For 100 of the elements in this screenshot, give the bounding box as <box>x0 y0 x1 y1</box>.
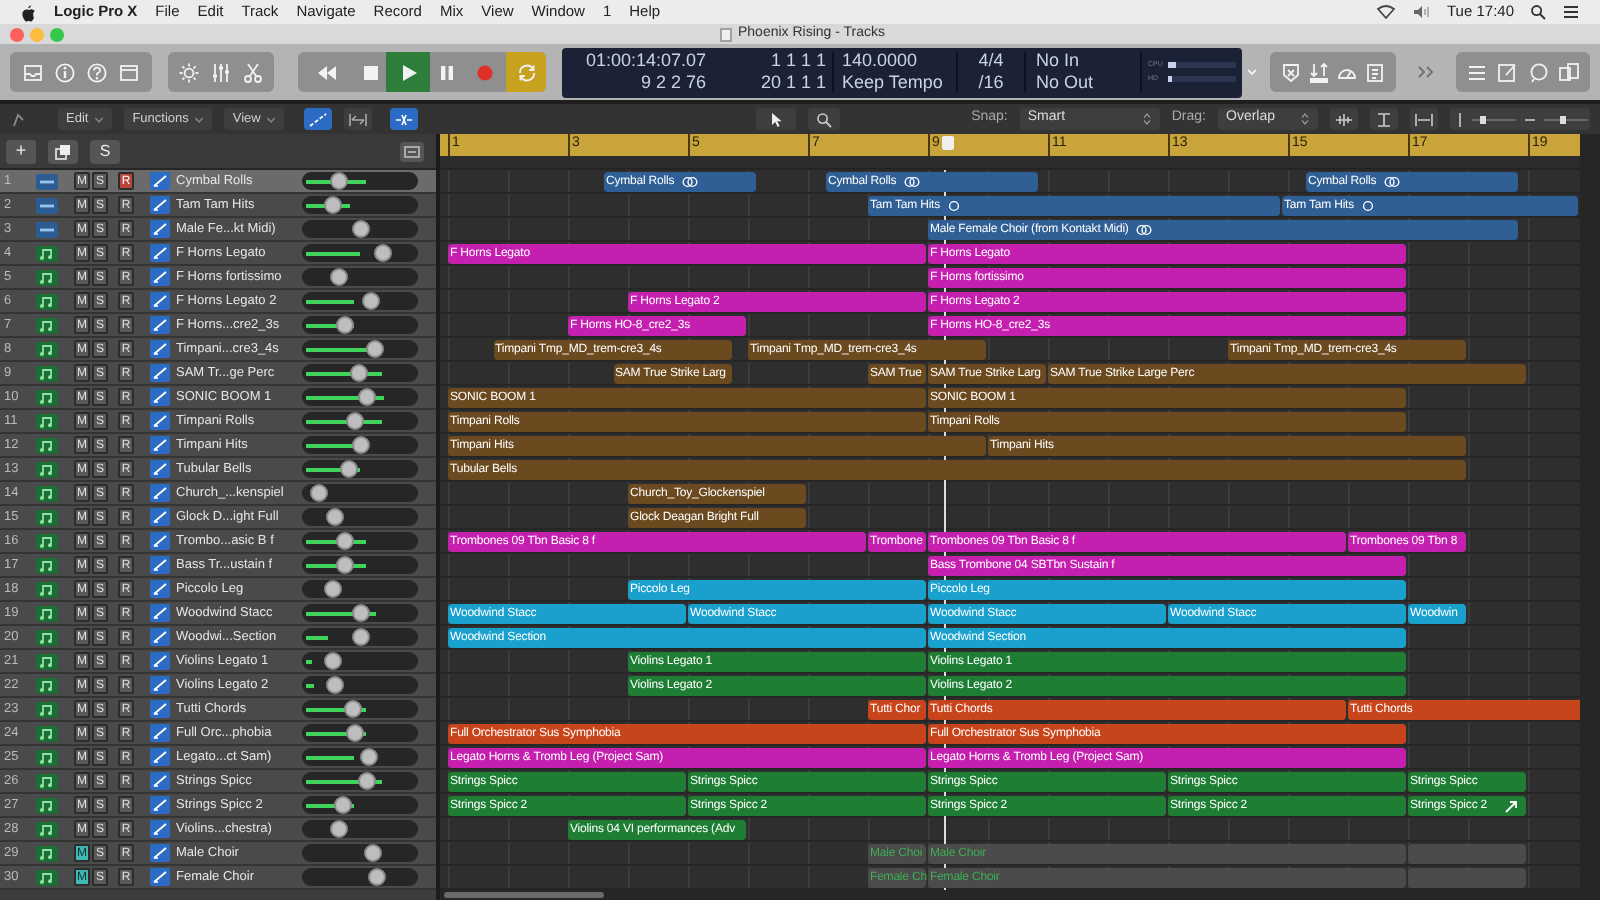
volume-knob[interactable] <box>334 796 353 814</box>
zoom-sliders[interactable] <box>1450 108 1590 130</box>
automation-icon[interactable] <box>150 508 170 526</box>
volume-knob[interactable] <box>329 268 348 286</box>
automation-icon[interactable] <box>150 868 170 886</box>
volume-slider[interactable] <box>302 316 418 334</box>
solo-button[interactable]: S <box>90 139 120 163</box>
volume-slider[interactable] <box>302 796 418 814</box>
info-icon[interactable] <box>53 61 76 83</box>
volume-knob[interactable] <box>330 820 349 838</box>
automation-icon[interactable] <box>150 484 170 502</box>
vertical-fit-button[interactable] <box>1370 108 1398 130</box>
volume-knob[interactable] <box>343 700 362 718</box>
catch-button[interactable] <box>390 108 419 130</box>
browser-icon[interactable] <box>1557 61 1580 83</box>
volume-slider[interactable] <box>302 628 418 646</box>
volume-icon[interactable] <box>1411 4 1431 20</box>
note-pad-icon[interactable] <box>1496 61 1519 83</box>
automation-icon[interactable] <box>150 652 170 670</box>
automation-button[interactable] <box>304 108 333 130</box>
volume-slider[interactable] <box>302 364 418 382</box>
volume-slider[interactable] <box>302 700 418 718</box>
automation-icon[interactable] <box>150 292 170 310</box>
volume-knob[interactable] <box>362 292 381 310</box>
volume-knob[interactable] <box>351 220 370 238</box>
volume-slider[interactable] <box>302 460 418 478</box>
volume-slider[interactable] <box>302 652 418 670</box>
automation-icon[interactable] <box>150 268 170 286</box>
volume-knob[interactable] <box>358 772 377 790</box>
automation-icon[interactable] <box>150 676 170 694</box>
automation-icon[interactable] <box>150 844 170 862</box>
automation-icon[interactable] <box>150 460 170 478</box>
vertical-scrollbar[interactable] <box>1580 134 1600 900</box>
automation-icon[interactable] <box>150 628 170 646</box>
volume-knob[interactable] <box>330 172 349 190</box>
volume-slider[interactable] <box>302 532 418 550</box>
volume-slider[interactable] <box>302 772 418 790</box>
volume-knob[interactable] <box>324 652 343 670</box>
apple-logo-icon[interactable] <box>20 3 36 21</box>
volume-knob[interactable] <box>368 868 387 886</box>
brightness-icon[interactable] <box>178 61 201 83</box>
automation-icon[interactable] <box>150 796 170 814</box>
library-icon[interactable] <box>21 61 44 83</box>
volume-slider[interactable] <box>302 412 418 430</box>
volume-knob[interactable] <box>324 196 343 214</box>
volume-slider[interactable] <box>302 340 418 358</box>
volume-knob[interactable] <box>363 844 382 862</box>
volume-slider[interactable] <box>302 268 418 286</box>
duplicate-track-button[interactable] <box>48 139 78 163</box>
volume-knob[interactable] <box>335 556 354 574</box>
volume-slider[interactable] <box>302 580 418 598</box>
volume-knob[interactable] <box>346 724 365 742</box>
playhead-handle[interactable] <box>942 136 955 150</box>
loop-browser-icon[interactable] <box>1527 61 1550 83</box>
badge-icon[interactable] <box>1279 61 1302 83</box>
help-icon[interactable] <box>86 61 109 83</box>
menu-icon[interactable] <box>1562 4 1580 20</box>
scissors-icon[interactable] <box>241 61 264 83</box>
flex-button[interactable] <box>344 108 373 130</box>
volume-knob[interactable] <box>335 316 354 334</box>
arrows-icon[interactable] <box>1307 61 1330 83</box>
automation-icon[interactable] <box>150 172 170 190</box>
volume-knob[interactable] <box>324 580 343 598</box>
automation-icon[interactable] <box>150 316 170 334</box>
volume-knob[interactable] <box>326 676 345 694</box>
horizontal-scrollbar[interactable] <box>444 892 604 898</box>
volume-slider[interactable] <box>302 820 418 838</box>
automation-icon[interactable] <box>150 532 170 550</box>
automation-icon[interactable] <box>150 220 170 238</box>
play-button[interactable] <box>386 52 430 92</box>
volume-knob[interactable] <box>351 628 370 646</box>
volume-knob[interactable] <box>325 508 344 526</box>
volume-slider[interactable] <box>302 868 418 886</box>
volume-slider[interactable] <box>302 196 418 214</box>
volume-slider[interactable] <box>302 388 418 406</box>
automation-icon[interactable] <box>150 724 170 742</box>
volume-slider[interactable] <box>302 676 418 694</box>
volume-knob[interactable] <box>373 244 392 262</box>
automation-icon[interactable] <box>150 244 170 262</box>
volume-slider[interactable] <box>302 604 418 622</box>
volume-knob[interactable] <box>339 460 358 478</box>
score-icon[interactable] <box>1364 61 1387 83</box>
volume-knob[interactable] <box>310 484 329 502</box>
pointer-tool-button[interactable] <box>755 108 796 130</box>
volume-knob[interactable] <box>335 532 354 550</box>
volume-knob[interactable] <box>365 340 384 358</box>
back-icon[interactable] <box>10 111 26 127</box>
volume-slider[interactable] <box>302 724 418 742</box>
volume-knob[interactable] <box>349 364 368 382</box>
mixer-icon[interactable] <box>210 61 232 83</box>
volume-slider[interactable] <box>302 292 418 310</box>
waveform-zoom-button[interactable] <box>1330 108 1358 130</box>
automation-icon[interactable] <box>150 196 170 214</box>
volume-knob[interactable] <box>357 388 376 406</box>
automation-icon[interactable] <box>150 364 170 382</box>
volume-slider[interactable] <box>302 484 418 502</box>
automation-icon[interactable] <box>150 556 170 574</box>
options-button[interactable] <box>400 141 424 161</box>
volume-knob[interactable] <box>351 436 369 454</box>
horizontal-fit-button[interactable] <box>1410 108 1438 130</box>
